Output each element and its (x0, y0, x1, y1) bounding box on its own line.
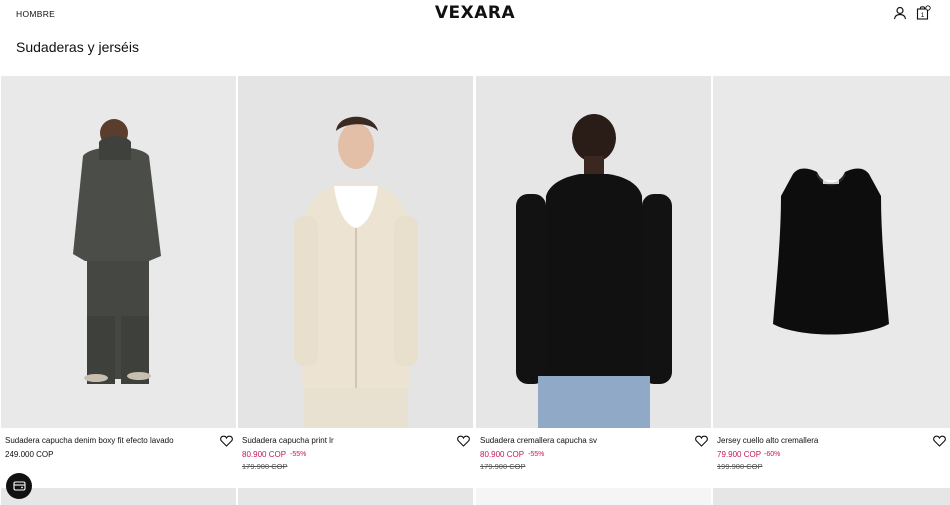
discount-badge: -55% (528, 451, 545, 458)
product-name[interactable]: Sudadera capucha print lr (242, 436, 334, 445)
heart-icon[interactable] (220, 435, 233, 447)
product-price: 80.900 COP (480, 450, 525, 459)
page-title: Sudaderas y jerséis (16, 39, 139, 55)
product-image[interactable] (713, 76, 950, 428)
discount-badge: -60% (764, 451, 781, 458)
heart-icon[interactable] (457, 435, 470, 447)
product-image-next-row[interactable] (713, 488, 950, 505)
product-name[interactable]: Sudadera cremallera capucha sv (480, 436, 597, 445)
product-image-next-row[interactable] (476, 488, 711, 505)
product-name[interactable]: Jersey cuello alto cremallera (717, 436, 818, 445)
product-price: 80.900 COP (242, 450, 287, 459)
shopping-bag-icon[interactable]: 1 (916, 5, 931, 20)
original-price: 199.900 COP (717, 462, 763, 471)
wallet-button[interactable] (6, 473, 32, 499)
heart-icon[interactable] (695, 435, 708, 447)
original-price: 179.900 COP (480, 462, 526, 471)
product-price: 249.000 COP (5, 450, 54, 459)
product-image[interactable] (1, 76, 236, 428)
wallet-icon (12, 481, 26, 491)
product-price: 79.900 COP (717, 450, 762, 459)
heart-icon[interactable] (933, 435, 946, 447)
discount-badge: -55% (290, 451, 307, 458)
original-price: 179.900 COP (242, 462, 288, 471)
brand-logo[interactable]: VEXARA (0, 3, 950, 23)
bag-count: 1 (921, 12, 925, 19)
top-header: HOMBRE VEXARA 1 (0, 0, 950, 28)
user-icon[interactable] (893, 6, 907, 20)
product-name[interactable]: Sudadera capucha denim boxy fit efecto l… (5, 436, 174, 445)
product-image-next-row[interactable] (238, 488, 473, 505)
product-image-next-row[interactable] (1, 488, 236, 505)
product-image[interactable] (476, 76, 711, 428)
product-image[interactable] (238, 76, 473, 428)
